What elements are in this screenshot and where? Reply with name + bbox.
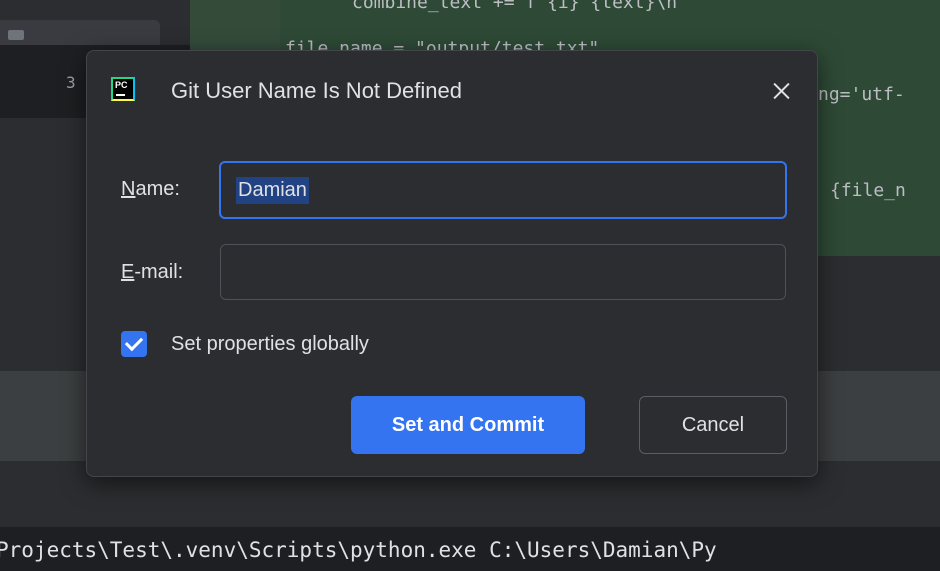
email-label: E-mail: <box>121 260 183 284</box>
name-label-text: ame: <box>135 178 180 200</box>
code-line: combine_text += f"{i} {text}\n" <box>352 0 688 13</box>
close-icon[interactable] <box>763 73 799 109</box>
terminal-panel: Projects\Test\.venv\Scripts\python.exe C… <box>0 527 940 571</box>
terminal-line: Projects\Test\.venv\Scripts\python.exe C… <box>0 538 717 562</box>
app-icon-text: PC <box>115 80 128 90</box>
code-line: ng='utf- <box>818 84 905 105</box>
email-label-text: -mail: <box>134 261 184 283</box>
dialog-title: Git User Name Is Not Defined <box>171 78 462 103</box>
app-icon-underscore <box>116 94 125 96</box>
set-globally-label[interactable]: Set properties globally <box>171 331 369 357</box>
pycharm-icon: PC <box>111 77 135 101</box>
tab-thumb <box>8 30 24 40</box>
name-mnemonic: N <box>121 178 136 200</box>
set-globally-checkbox[interactable] <box>121 331 147 357</box>
toolbar-area <box>0 0 190 50</box>
set-and-commit-button[interactable]: Set and Commit <box>351 396 585 454</box>
git-user-dialog: PC Git User Name Is Not Defined Name: Da… <box>86 50 818 477</box>
email-mnemonic: E <box>121 261 135 283</box>
name-input[interactable] <box>219 161 787 219</box>
line-number: 3 <box>66 73 76 92</box>
code-line: {file_n <box>830 180 906 201</box>
cancel-button[interactable]: Cancel <box>639 396 787 454</box>
name-label: Name: <box>121 177 180 201</box>
email-field[interactable] <box>220 244 786 300</box>
